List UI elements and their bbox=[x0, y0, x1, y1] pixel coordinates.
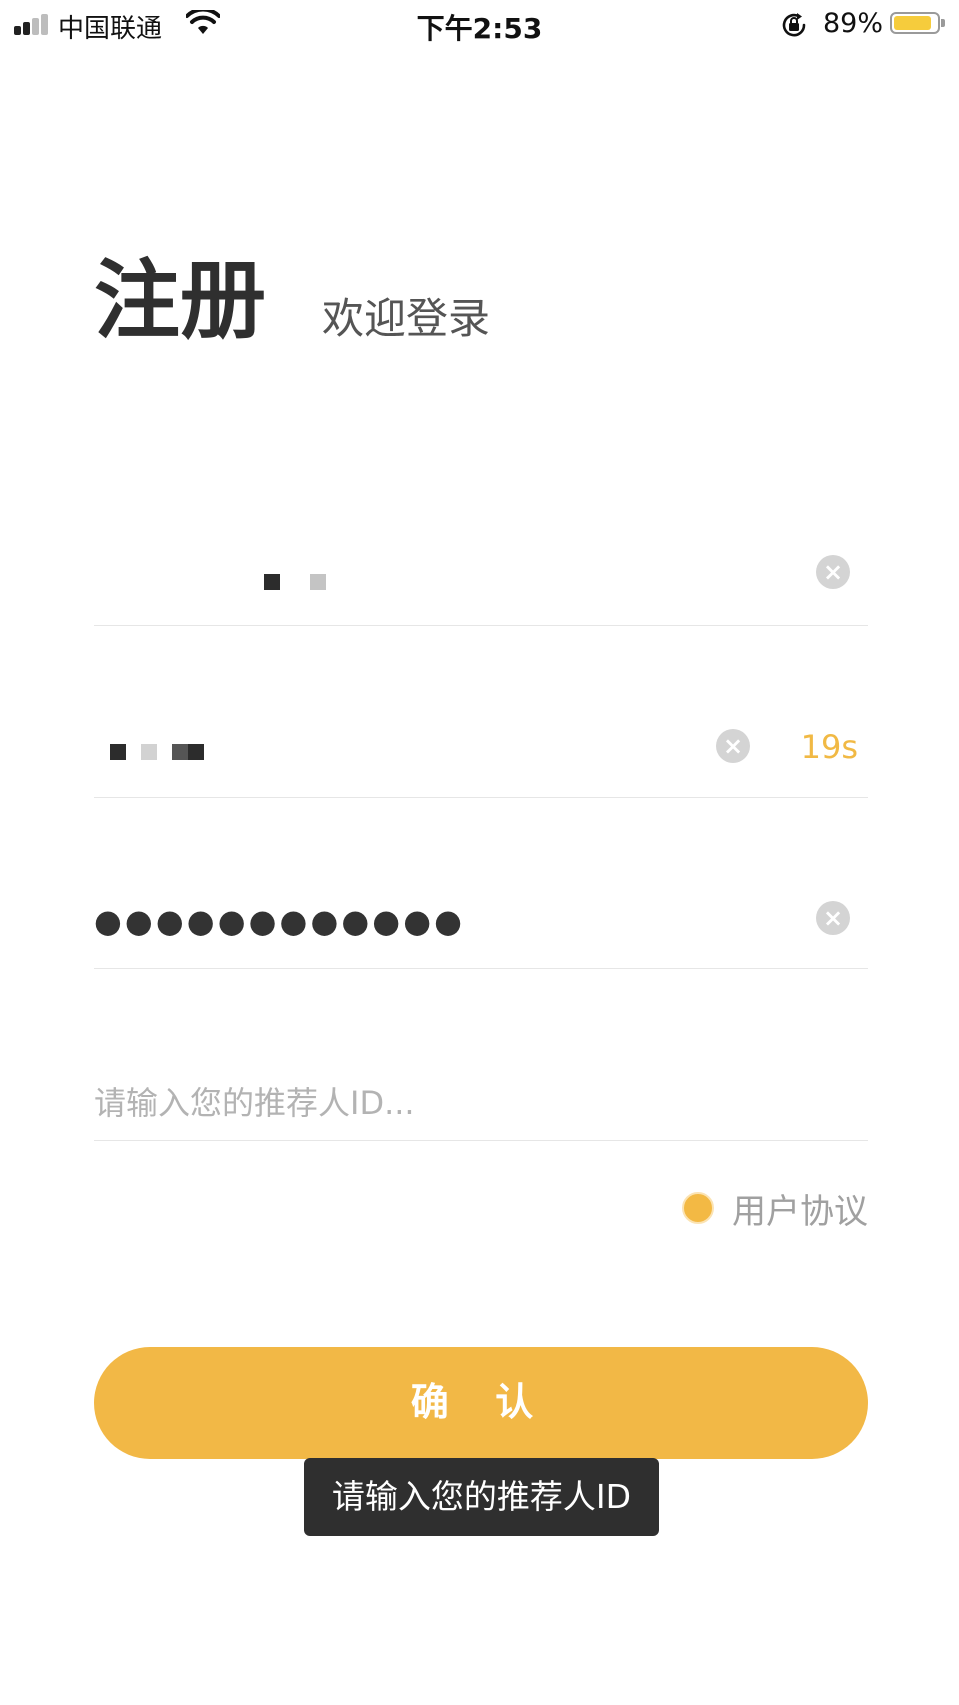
page-title: 注册 bbox=[94, 251, 266, 351]
referrer-id-field[interactable]: 请输入您的推荐人ID... bbox=[94, 1030, 868, 1141]
user-agreement-toggle[interactable]: 用户协议 bbox=[682, 1188, 868, 1232]
password-field[interactable]: ●●●●●●●●●●●● × bbox=[94, 858, 868, 969]
battery-percent: 89% bbox=[823, 8, 884, 39]
agreement-radio-icon[interactable] bbox=[682, 1192, 714, 1224]
password-value: ●●●●●●●●●●●● bbox=[94, 902, 466, 940]
battery-fill bbox=[894, 16, 931, 30]
battery-icon bbox=[890, 12, 945, 34]
phone-field[interactable]: × bbox=[94, 515, 868, 626]
toast-message: 请输入您的推荐人ID bbox=[304, 1458, 659, 1536]
phone-clear-icon[interactable]: × bbox=[816, 555, 850, 589]
status-bar: 中国联通 下午2:53 89% bbox=[0, 0, 959, 50]
referrer-id-placeholder: 请输入您的推荐人ID... bbox=[94, 1084, 415, 1122]
confirm-button[interactable]: 确 认 bbox=[94, 1347, 868, 1459]
agreement-label[interactable]: 用户协议 bbox=[732, 1184, 868, 1233]
page-subtitle: 欢迎登录 bbox=[322, 294, 491, 343]
clock: 下午2:53 bbox=[416, 12, 543, 45]
code-clear-icon[interactable]: × bbox=[716, 729, 750, 763]
countdown-timer: 19s bbox=[800, 728, 858, 766]
password-clear-icon[interactable]: × bbox=[816, 901, 850, 935]
rotation-lock-icon bbox=[782, 13, 806, 37]
verification-code-field[interactable]: × 19s bbox=[94, 687, 868, 798]
